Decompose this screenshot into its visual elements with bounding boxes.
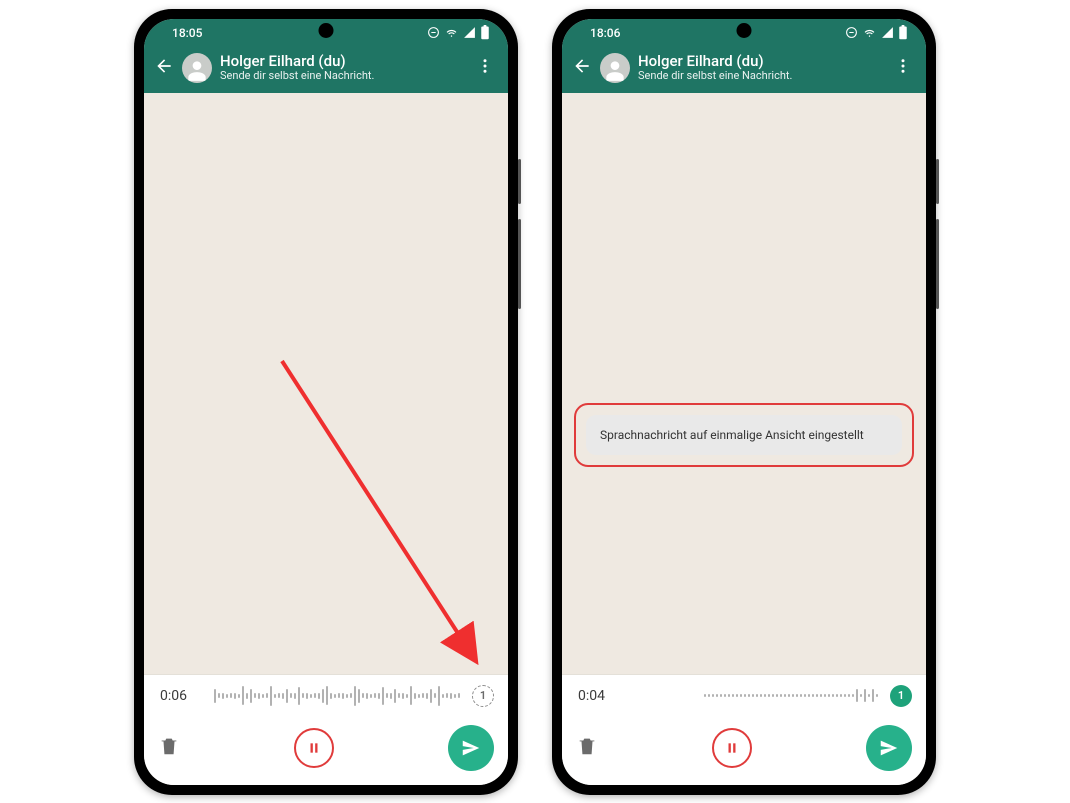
back-button[interactable] [154, 56, 174, 80]
send-button[interactable] [448, 725, 494, 771]
more-menu-button[interactable] [890, 53, 916, 83]
header-text[interactable]: Holger Eilhard (du) Sende dir selbst ein… [220, 53, 464, 83]
recording-bar: 0:06 1 [144, 674, 508, 717]
delete-button[interactable] [576, 735, 598, 761]
camera-hole [319, 23, 334, 38]
back-arrow-icon [154, 56, 174, 76]
trash-icon [576, 735, 598, 757]
status-time: 18:06 [590, 26, 620, 40]
annotation-highlight: Sprachnachricht auf einmalige Ansicht ei… [574, 403, 914, 467]
battery-icon [480, 25, 490, 40]
status-icons [845, 25, 908, 40]
header-title: Holger Eilhard (du) [220, 53, 464, 70]
chat-header: Holger Eilhard (du) Sende dir selbst ein… [144, 47, 508, 93]
wifi-icon [444, 26, 459, 39]
kebab-icon [894, 57, 912, 75]
signal-icon [463, 26, 476, 39]
pause-icon [307, 741, 321, 755]
camera-hole [737, 23, 752, 38]
avatar[interactable] [182, 53, 212, 83]
delete-button[interactable] [158, 735, 180, 761]
avatar-icon [602, 57, 628, 83]
toast-message: Sprachnachricht auf einmalige Ansicht ei… [586, 415, 902, 455]
avatar[interactable] [600, 53, 630, 83]
pause-icon [725, 741, 739, 755]
header-text[interactable]: Holger Eilhard (du) Sende dir selbst ein… [638, 53, 882, 83]
recording-bar: 0:04 1 [562, 674, 926, 717]
kebab-icon [476, 57, 494, 75]
view-once-toggle[interactable]: 1 [472, 685, 494, 707]
phone-frame-left: 18:05 Holger Eilhard (du) Sende dir selb… [134, 9, 518, 795]
signal-icon [881, 26, 894, 39]
recording-timer: 0:04 [578, 688, 614, 704]
recording-controls [562, 717, 926, 785]
send-icon [460, 737, 482, 759]
phone-frame-right: 18:06 Holger Eilhard (du) Sende dir selb… [552, 9, 936, 795]
toast-text: Sprachnachricht auf einmalige Ansicht ei… [600, 428, 864, 442]
waveform[interactable] [208, 686, 460, 706]
minus-circle-icon [427, 26, 440, 39]
view-once-number: 1 [898, 689, 904, 702]
view-once-toggle[interactable]: 1 [890, 685, 912, 707]
wifi-icon [862, 26, 877, 39]
waveform[interactable] [626, 686, 878, 706]
more-menu-button[interactable] [472, 53, 498, 83]
chat-header: Holger Eilhard (du) Sende dir selbst ein… [562, 47, 926, 93]
send-button[interactable] [866, 725, 912, 771]
avatar-icon [184, 57, 210, 83]
chat-area[interactable]: Sprachnachricht auf einmalige Ansicht ei… [562, 93, 926, 674]
pause-button[interactable] [294, 728, 334, 768]
chat-area[interactable] [144, 93, 508, 674]
view-once-number: 1 [480, 689, 486, 702]
header-subtitle: Sende dir selbst eine Nachricht. [220, 70, 464, 83]
back-arrow-icon [572, 56, 592, 76]
screen-right: 18:06 Holger Eilhard (du) Sende dir selb… [562, 19, 926, 785]
pause-button[interactable] [712, 728, 752, 768]
annotation-arrow [274, 353, 494, 673]
recording-controls [144, 717, 508, 785]
minus-circle-icon [845, 26, 858, 39]
recording-timer: 0:06 [160, 688, 196, 704]
battery-icon [898, 25, 908, 40]
header-title: Holger Eilhard (du) [638, 53, 882, 70]
header-subtitle: Sende dir selbst eine Nachricht. [638, 70, 882, 83]
send-icon [878, 737, 900, 759]
screen-left: 18:05 Holger Eilhard (du) Sende dir selb… [144, 19, 508, 785]
status-time: 18:05 [172, 26, 202, 40]
trash-icon [158, 735, 180, 757]
back-button[interactable] [572, 56, 592, 80]
status-icons [427, 25, 490, 40]
